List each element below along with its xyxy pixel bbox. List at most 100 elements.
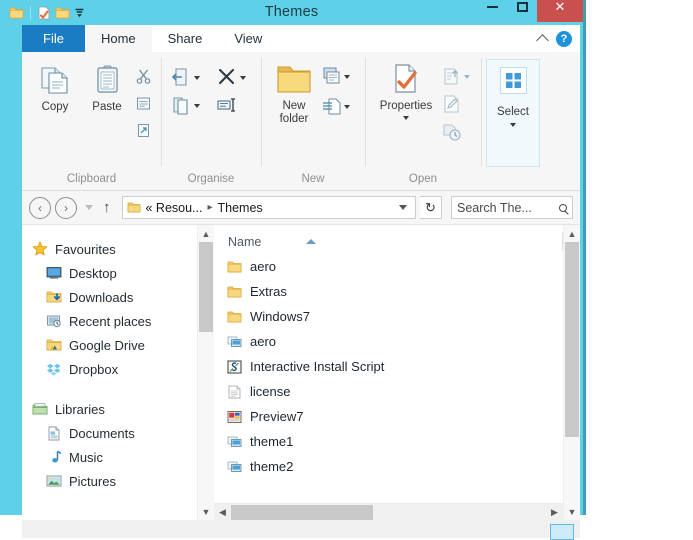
tab-view[interactable]: View bbox=[218, 25, 279, 52]
maximize-button[interactable] bbox=[507, 0, 537, 22]
nav-label-downloads: Downloads bbox=[69, 289, 134, 305]
move-to-button[interactable] bbox=[168, 65, 202, 89]
rename-button[interactable] bbox=[214, 93, 240, 117]
script-icon bbox=[227, 360, 242, 374]
delete-x-icon bbox=[216, 66, 238, 88]
filelist-scroll-thumb[interactable] bbox=[565, 242, 579, 437]
search-input[interactable]: Search The... bbox=[451, 196, 573, 219]
recent-locations-caret-icon[interactable] bbox=[85, 205, 93, 210]
table-row[interactable]: aero bbox=[214, 254, 563, 279]
forward-button[interactable]: › bbox=[55, 196, 77, 219]
delete-button[interactable] bbox=[214, 65, 248, 89]
sidebar-item-google-drive[interactable]: Google Drive bbox=[22, 333, 197, 357]
hscroll-left-icon[interactable]: ◀ bbox=[214, 504, 231, 521]
properties-button[interactable]: Properties bbox=[372, 57, 440, 120]
help-icon[interactable]: ? bbox=[556, 30, 572, 47]
file-list-pane: Name aero Extras Windows7 aero Interacti… bbox=[214, 225, 563, 520]
breadcrumb-resources[interactable]: « Resou... bbox=[146, 201, 203, 215]
search-icon[interactable] bbox=[559, 203, 567, 212]
up-button[interactable]: ↑ bbox=[101, 199, 118, 216]
properties-icon[interactable] bbox=[37, 6, 52, 20]
open-button[interactable] bbox=[440, 64, 472, 88]
nav-group-favourites[interactable]: Favourites bbox=[22, 237, 197, 261]
new-item-caret-icon[interactable] bbox=[344, 75, 350, 79]
navpane-scroll-track[interactable] bbox=[198, 242, 214, 503]
paste-button[interactable]: Paste bbox=[81, 57, 133, 114]
table-row[interactable]: Preview7 bbox=[214, 404, 563, 429]
new-item-button[interactable] bbox=[320, 64, 352, 88]
easy-access-button[interactable] bbox=[320, 94, 352, 118]
copy-button[interactable]: Copy bbox=[29, 57, 81, 114]
paste-shortcut-button[interactable] bbox=[133, 118, 154, 142]
properties-caret-icon[interactable] bbox=[403, 115, 409, 120]
move-to-caret-icon[interactable] bbox=[194, 76, 200, 80]
sidebar-item-downloads[interactable]: Downloads bbox=[22, 285, 197, 309]
close-button[interactable]: ✕ bbox=[537, 0, 583, 22]
table-row[interactable]: theme1 bbox=[214, 429, 563, 454]
address-field[interactable]: « Resou... ▸ Themes bbox=[121, 196, 416, 219]
navpane-scroll-down-icon[interactable]: ▼ bbox=[198, 503, 214, 520]
nav-group-libraries[interactable]: Libraries bbox=[22, 397, 197, 421]
filelist-scrollbar[interactable]: ▲ ▼ bbox=[563, 225, 580, 520]
new-folder-icon[interactable] bbox=[55, 6, 70, 20]
delete-caret-icon[interactable] bbox=[240, 76, 246, 80]
navpane-scroll-up-icon[interactable]: ▲ bbox=[198, 225, 214, 242]
table-row[interactable]: aero bbox=[214, 329, 563, 354]
breadcrumb-themes[interactable]: Themes bbox=[218, 201, 263, 215]
navpane-scroll-thumb[interactable] bbox=[199, 242, 213, 332]
ribbon-group-clipboard: Copy Paste Clipboard bbox=[22, 52, 161, 190]
hscroll-track[interactable] bbox=[231, 504, 546, 521]
nav-label-favourites: Favourites bbox=[55, 241, 116, 257]
downloads-icon bbox=[46, 290, 62, 304]
navpane-scrollbar[interactable]: ▲ ▼ bbox=[197, 225, 214, 520]
hscroll-thumb[interactable] bbox=[231, 504, 373, 520]
filelist-scroll-down-icon[interactable]: ▼ bbox=[564, 503, 580, 520]
table-row[interactable]: Extras bbox=[214, 279, 563, 304]
easy-access-icon bbox=[322, 96, 342, 116]
sidebar-item-desktop[interactable]: Desktop bbox=[22, 261, 197, 285]
search-placeholder: Search The... bbox=[457, 200, 532, 215]
title-bar[interactable]: Themes ✕ bbox=[0, 0, 583, 25]
nav-label-pictures: Pictures bbox=[69, 473, 116, 489]
tab-share[interactable]: Share bbox=[151, 25, 219, 52]
table-row[interactable]: Interactive Install Script bbox=[214, 354, 563, 379]
table-row[interactable]: theme2 bbox=[214, 454, 563, 479]
table-row[interactable]: Windows7 bbox=[214, 304, 563, 329]
select-button[interactable]: Select bbox=[486, 59, 540, 167]
filelist-scroll-track[interactable] bbox=[564, 242, 580, 503]
tab-file[interactable]: File bbox=[22, 25, 85, 52]
sidebar-item-pictures[interactable]: Pictures bbox=[22, 469, 197, 493]
filelist-scroll-up-icon[interactable]: ▲ bbox=[564, 225, 580, 242]
table-row[interactable]: license bbox=[214, 379, 563, 404]
customize-qat-caret-icon[interactable] bbox=[73, 6, 86, 19]
sidebar-item-documents[interactable]: Documents bbox=[22, 421, 197, 445]
new-folder-button[interactable]: New folder bbox=[268, 57, 320, 125]
status-bar bbox=[22, 520, 580, 540]
open-caret-icon[interactable] bbox=[464, 75, 470, 79]
address-dropdown-caret-icon[interactable] bbox=[399, 205, 407, 210]
cut-button[interactable] bbox=[133, 64, 154, 88]
refresh-button[interactable]: ↻ bbox=[420, 196, 442, 219]
folder-icon[interactable] bbox=[9, 6, 24, 20]
hscroll-right-icon[interactable]: ▶ bbox=[546, 504, 563, 521]
chevron-up-icon[interactable] bbox=[536, 34, 549, 47]
copy-path-button[interactable] bbox=[133, 91, 154, 115]
copy-to-caret-icon[interactable] bbox=[194, 104, 200, 108]
easy-access-caret-icon[interactable] bbox=[344, 105, 350, 109]
theme-icon bbox=[227, 460, 242, 474]
back-button[interactable]: ‹ bbox=[29, 196, 51, 219]
sidebar-item-music[interactable]: Music bbox=[22, 445, 197, 469]
window-controls: ✕ bbox=[477, 0, 583, 22]
select-caret-icon[interactable] bbox=[510, 123, 516, 127]
column-header-name[interactable]: Name bbox=[214, 235, 562, 254]
filelist-horizontal-scrollbar[interactable]: ◀ ▶ bbox=[214, 503, 563, 520]
copy-to-button[interactable] bbox=[168, 93, 202, 117]
sidebar-item-dropbox[interactable]: Dropbox bbox=[22, 357, 197, 381]
breadcrumb-separator-icon[interactable]: ▸ bbox=[207, 202, 212, 213]
tab-home[interactable]: Home bbox=[84, 25, 152, 52]
history-button[interactable] bbox=[440, 120, 472, 144]
edit-button[interactable] bbox=[440, 92, 472, 116]
sidebar-item-recent-places[interactable]: Recent places bbox=[22, 309, 197, 333]
minimize-button[interactable] bbox=[477, 0, 507, 22]
details-view-button[interactable] bbox=[550, 524, 574, 540]
